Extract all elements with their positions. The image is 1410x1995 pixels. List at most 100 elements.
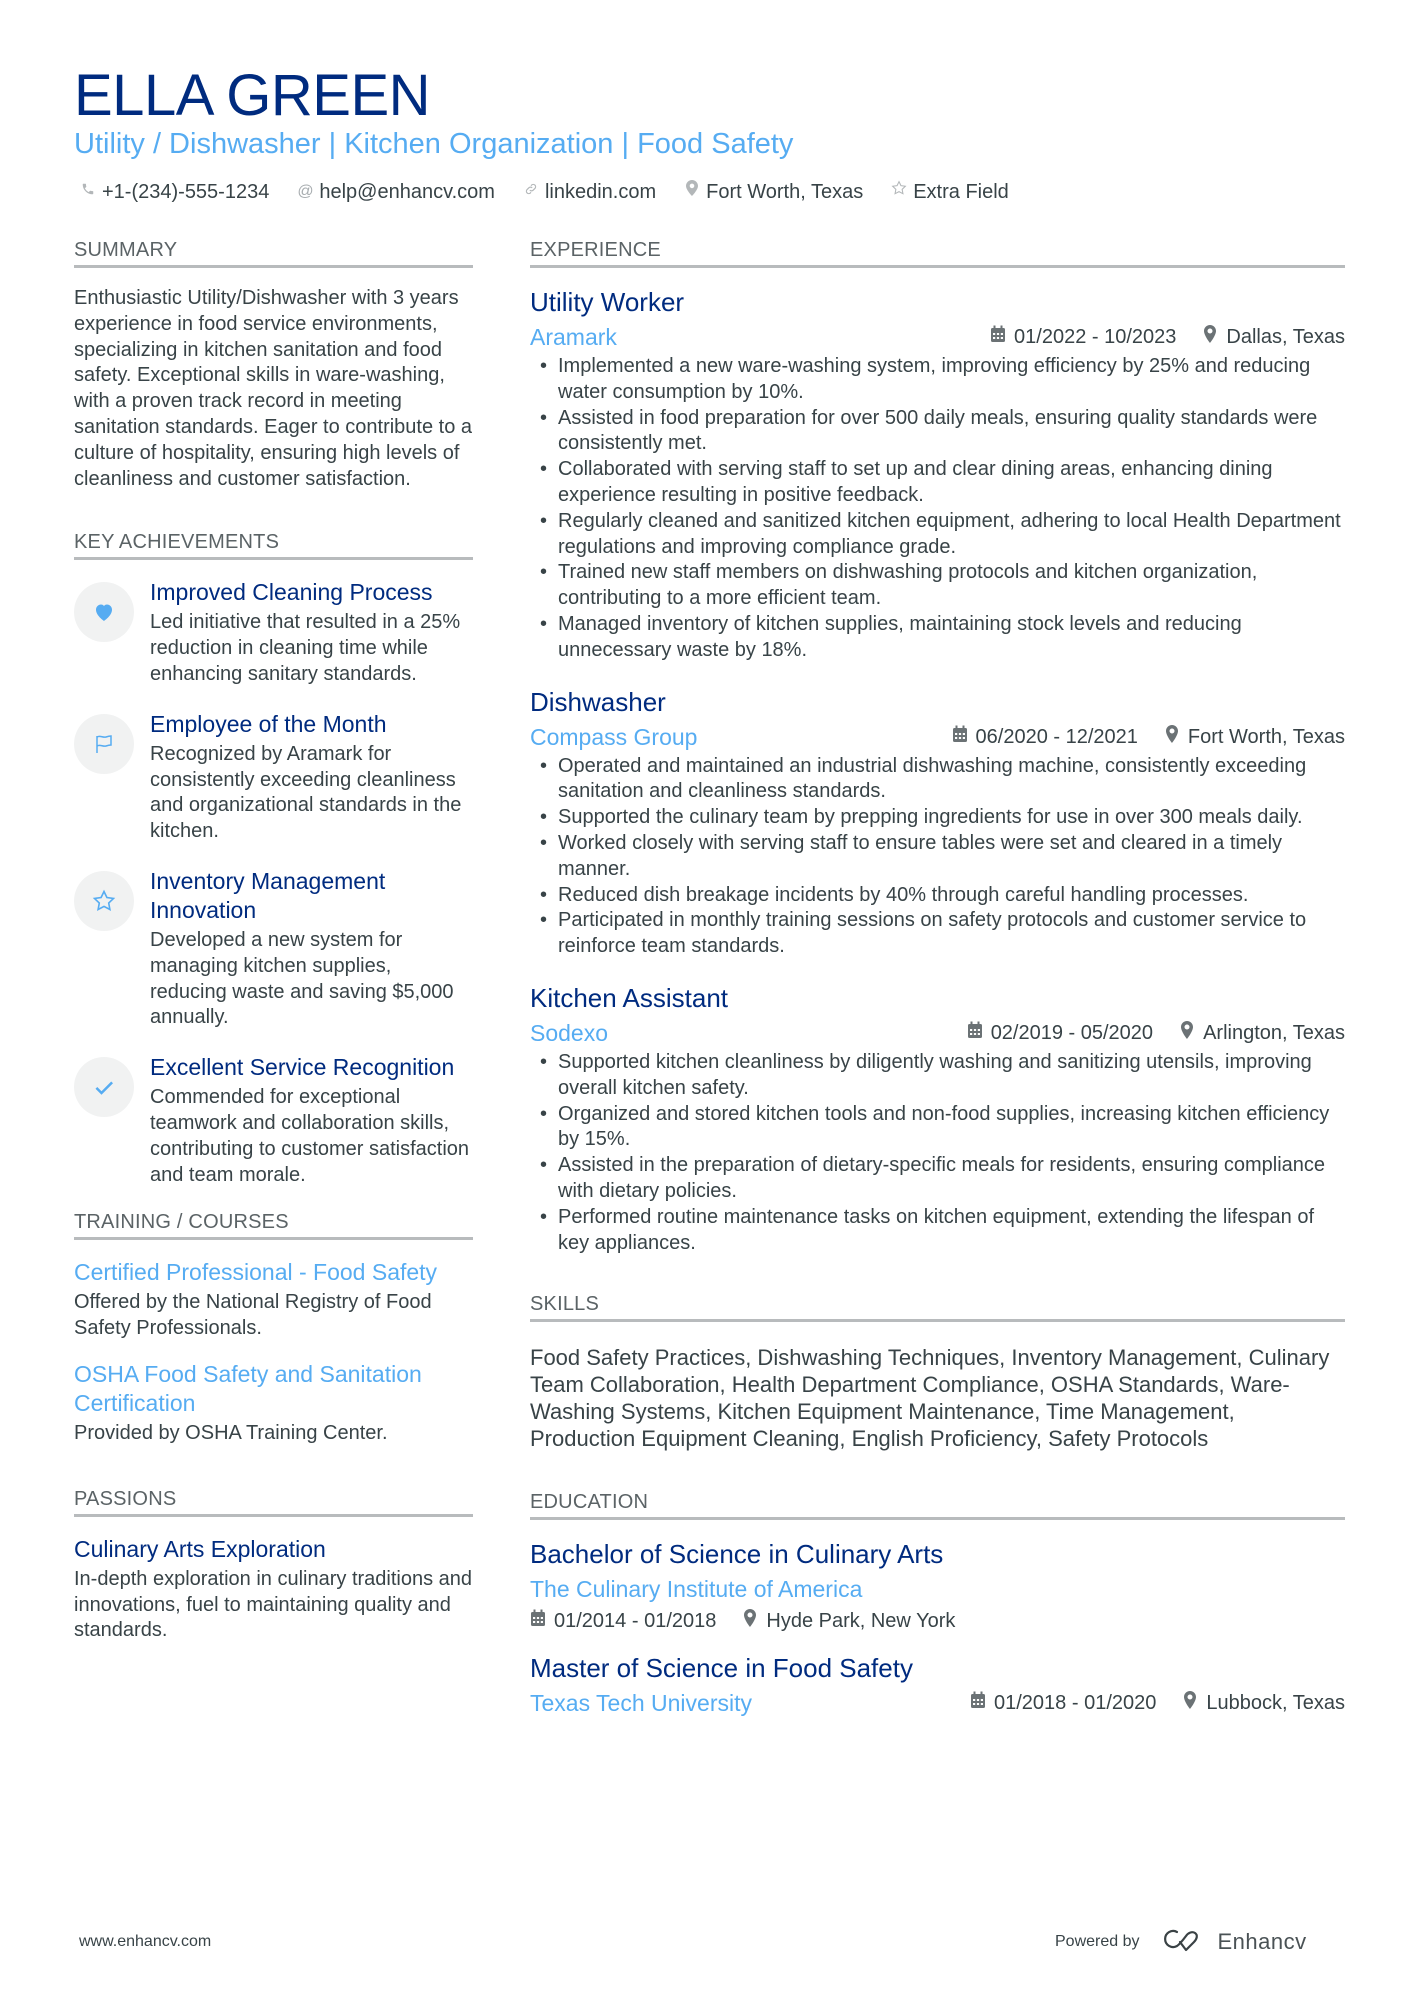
job-title: Utility Worker xyxy=(530,287,685,317)
achievement-title: Employee of the Month xyxy=(150,710,387,737)
calendar-icon xyxy=(970,1688,986,1718)
location-icon xyxy=(684,178,700,206)
contact-email[interactable]: @ help@enhancv.com xyxy=(297,178,495,206)
heart-icon xyxy=(74,582,134,643)
enhancv-logo-icon xyxy=(1162,1926,1208,1957)
calendar-icon xyxy=(990,322,1006,352)
brand-name: Enhancv xyxy=(1217,1928,1307,1954)
summary-heading: Summary xyxy=(74,238,473,268)
achievement-title: Improved Cleaning Process xyxy=(150,579,433,606)
contact-phone: +1-(234)-555-1234 xyxy=(80,178,269,206)
education-entry: Bachelor of Science in Culinary Arts The… xyxy=(530,1538,1345,1636)
job-bullet: Collaborated with serving staff to set u… xyxy=(530,457,1345,509)
achievement-item: Employee of the Month Recognized by Aram… xyxy=(74,710,473,845)
passion-item: Culinary Arts Exploration In-depth explo… xyxy=(74,1535,473,1644)
flag-icon xyxy=(74,713,134,774)
footer-branding: Powered by Enhancv xyxy=(1055,1926,1307,1957)
right-column: Experience Utility Worker Aramark 01/202… xyxy=(530,238,1345,1718)
contact-extra-text: Extra Field xyxy=(913,181,1009,203)
star-icon xyxy=(74,870,134,931)
job-bullet: Regularly cleaned and sanitized kitchen … xyxy=(530,509,1345,561)
passion-desc: In-depth exploration in culinary traditi… xyxy=(74,1567,473,1642)
experience-heading: Experience xyxy=(530,238,1345,268)
achievement-item: Excellent Service Recognition Commended … xyxy=(74,1053,473,1188)
achievement-desc: Developed a new system for managing kitc… xyxy=(150,928,454,1029)
achievement-title: Inventory Management Innovation xyxy=(150,867,386,923)
job-bullet: Organized and stored kitchen tools and n… xyxy=(530,1102,1345,1154)
education-school: Texas Tech University xyxy=(530,1690,752,1717)
job-company: Aramark xyxy=(530,324,617,350)
education-location: Hyde Park, New York xyxy=(766,1610,956,1633)
contact-location-text: Fort Worth, Texas xyxy=(706,181,864,203)
brand-logo[interactable]: Enhancv xyxy=(1162,1926,1307,1957)
skills-section: Skills Food Safety Practices, Dishwashin… xyxy=(530,1292,1345,1452)
contact-email-text[interactable]: help@enhancv.com xyxy=(319,178,495,206)
training-section: Training / Courses Certified Professiona… xyxy=(74,1210,473,1446)
passion-title: Culinary Arts Exploration xyxy=(74,1535,326,1562)
job-bullets: Implemented a new ware-washing system, i… xyxy=(530,354,1345,664)
left-column: Summary Enthusiastic Utility/Dishwasher … xyxy=(74,238,473,1644)
job-company: Compass Group xyxy=(530,723,698,750)
education-heading: Education xyxy=(530,1490,1345,1521)
job-bullet: Worked closely with serving staff to ens… xyxy=(530,831,1345,883)
passions-heading: Passions xyxy=(74,1487,473,1517)
course-desc: Offered by the National Registry of Food… xyxy=(74,1291,432,1340)
contact-extra: Extra Field xyxy=(891,178,1009,206)
job-location: Dallas, Texas xyxy=(1226,326,1345,348)
calendar-icon xyxy=(967,1018,983,1048)
job-location: Fort Worth, Texas xyxy=(1187,725,1345,748)
achievement-title: Excellent Service Recognition xyxy=(150,1054,455,1081)
training-heading: Training / Courses xyxy=(74,1210,473,1241)
education-section: Education Bachelor of Science in Culinar… xyxy=(530,1490,1345,1718)
course-item: Certified Professional - Food Safety Off… xyxy=(74,1258,473,1342)
experience-section: Experience Utility Worker Aramark 01/202… xyxy=(530,238,1345,1256)
location-icon xyxy=(1179,1018,1195,1048)
contact-row: +1-(234)-555-1234 @ help@enhancv.com lin… xyxy=(80,178,1009,206)
location-icon xyxy=(742,1606,758,1636)
job-location: Arlington, Texas xyxy=(1203,1021,1345,1044)
phone-icon xyxy=(80,178,96,206)
link-icon xyxy=(523,178,539,206)
skills-heading: Skills xyxy=(530,1292,1345,1323)
achievement-desc: Led initiative that resulted in a 25% re… xyxy=(150,611,461,685)
calendar-icon xyxy=(952,722,968,752)
course-title: Certified Professional - Food Safety xyxy=(74,1259,438,1286)
achievement-desc: Commended for exceptional teamwork and c… xyxy=(150,1086,470,1186)
job-title: Dishwasher xyxy=(530,686,666,717)
education-dates: 01/2018 - 01/2020 xyxy=(994,1692,1157,1715)
job-bullet: Supported kitchen cleanliness by diligen… xyxy=(530,1050,1345,1102)
passions-section: Passions Culinary Arts Exploration In-de… xyxy=(74,1487,473,1644)
achievement-item: Inventory Management Innovation Develope… xyxy=(74,867,473,1031)
contact-linkedin-text[interactable]: linkedin.com xyxy=(545,178,656,206)
education-location: Lubbock, Texas xyxy=(1206,1692,1345,1715)
skills-text: Food Safety Practices, Dishwashing Techn… xyxy=(530,1345,1330,1452)
contact-linkedin[interactable]: linkedin.com xyxy=(523,178,656,206)
job-entry: Kitchen Assistant Sodexo 02/2019 - 05/20… xyxy=(530,982,1345,1256)
footer-website[interactable]: www.enhancv.com xyxy=(79,1933,211,1951)
education-school: The Culinary Institute of America xyxy=(530,1576,863,1603)
job-bullet: Operated and maintained an industrial di… xyxy=(530,754,1345,806)
education-degree: Bachelor of Science in Culinary Arts xyxy=(530,1539,944,1570)
star-icon xyxy=(891,178,907,206)
achievement-desc: Recognized by Aramark for consistently e… xyxy=(150,742,462,843)
summary-text: Enthusiastic Utility/Dishwasher with 3 y… xyxy=(74,287,473,490)
course-item: OSHA Food Safety and Sanitation Certific… xyxy=(74,1360,473,1447)
course-title: OSHA Food Safety and Sanitation Certific… xyxy=(74,1360,422,1416)
powered-by-label: Powered by xyxy=(1055,1932,1140,1950)
location-icon xyxy=(1182,1688,1198,1718)
achievements-section: Key Achievements Improved Cleaning Proce… xyxy=(74,530,473,1188)
candidate-name: ELLA GREEN xyxy=(74,63,431,128)
job-dates: 02/2019 - 05/2020 xyxy=(990,1021,1154,1044)
job-bullets: Operated and maintained an industrial di… xyxy=(530,754,1345,960)
candidate-headline: Utility / Dishwasher | Kitchen Organizat… xyxy=(74,128,794,160)
job-bullet: Assisted in food preparation for over 50… xyxy=(530,406,1345,458)
achievements-heading: Key Achievements xyxy=(74,530,473,561)
job-bullet: Supported the culinary team by prepping … xyxy=(530,805,1345,831)
job-company: Sodexo xyxy=(530,1019,609,1046)
at-icon: @ xyxy=(297,183,314,200)
job-bullet: Assisted in the preparation of dietary-s… xyxy=(530,1153,1345,1205)
job-bullet: Reduced dish breakage incidents by 40% t… xyxy=(530,883,1345,909)
job-bullet: Participated in monthly training session… xyxy=(530,908,1345,960)
achievement-item: Improved Cleaning Process Led initiative… xyxy=(74,578,473,687)
location-icon xyxy=(1202,322,1218,352)
